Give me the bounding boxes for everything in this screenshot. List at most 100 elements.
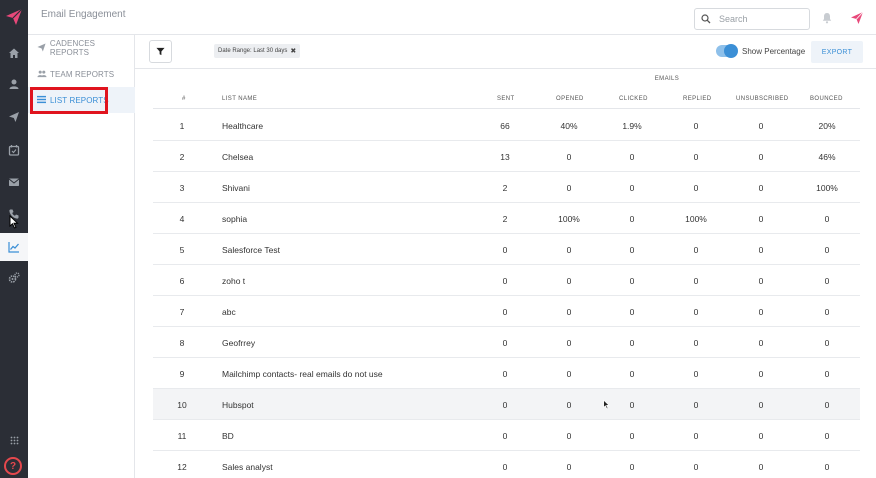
rail-contacts[interactable]	[0, 70, 28, 98]
highlight-annotation	[30, 87, 108, 114]
cell-num: 9	[179, 369, 185, 379]
cell-clicked: 0	[629, 152, 635, 162]
rail-cadences[interactable]	[0, 103, 28, 131]
bell-icon[interactable]	[821, 12, 833, 24]
cell-sent: 0	[502, 307, 508, 317]
col-bounced[interactable]: BOUNCED	[810, 96, 843, 102]
table-row[interactable]: 1 Healthcare 66 40% 1.9% 0 0 20%	[153, 110, 860, 141]
rail-mail[interactable]	[0, 168, 28, 196]
send-icon	[9, 112, 19, 122]
cell-opened: 0	[566, 152, 572, 162]
app-title: Email Engagement	[41, 9, 126, 20]
subnav-label: TEAM REPORTS	[50, 69, 115, 79]
cell-clicked: 0	[629, 400, 635, 410]
cell-unsubscribed: 0	[758, 214, 764, 224]
cell-clicked: 0	[629, 276, 635, 286]
cell-list-name: abc	[222, 307, 236, 317]
col-unsubscribed[interactable]: UNSUBSCRIBED	[736, 96, 788, 102]
filter-button[interactable]	[149, 40, 172, 63]
rail-tasks[interactable]	[0, 136, 28, 164]
grid-icon	[10, 436, 18, 444]
cell-sent: 66	[500, 121, 510, 131]
report-toolbar: Date Range: Last 30 days ✖ Show Percenta…	[135, 35, 876, 69]
table-row[interactable]: 12 Sales analyst 0 0 0 0 0 0	[153, 451, 860, 478]
cell-num: 1	[179, 121, 185, 131]
rail-reports[interactable]	[0, 233, 28, 261]
col-sent[interactable]: SENT	[497, 96, 515, 102]
cell-replied: 0	[693, 121, 699, 131]
help-icon[interactable]: ?	[4, 457, 22, 475]
cell-sent: 0	[502, 276, 508, 286]
col-num[interactable]: #	[182, 96, 186, 102]
table-row[interactable]: 5 Salesforce Test 0 0 0 0 0 0	[153, 234, 860, 265]
logo-icon[interactable]	[4, 7, 24, 27]
table-body: 1 Healthcare 66 40% 1.9% 0 0 20% 2 Chelsea 13 0 0 0 0 4…	[153, 110, 860, 478]
table-row[interactable]: 10 Hubspot 0 0 0 0 0 0	[153, 389, 860, 420]
cell-unsubscribed: 0	[758, 338, 764, 348]
table-row[interactable]: 11 BD 0 0 0 0 0 0	[153, 420, 860, 451]
table-row[interactable]: 4 sophia 2 100% 0 100% 0 0	[153, 203, 860, 234]
show-percentage-label: Show Percentage	[742, 47, 806, 56]
rail-settings[interactable]	[0, 264, 28, 292]
cell-num: 11	[177, 431, 187, 441]
cell-clicked: 1.9%	[622, 121, 642, 131]
table-row[interactable]: 6 zoho t 0 0 0 0 0 0	[153, 265, 860, 296]
col-list-name[interactable]: LIST NAME	[222, 96, 257, 102]
search-input[interactable]	[719, 14, 799, 24]
cell-list-name: Salesforce Test	[222, 245, 280, 255]
cell-sent: 0	[502, 245, 508, 255]
cell-unsubscribed: 0	[758, 183, 764, 193]
table-row[interactable]: 2 Chelsea 13 0 0 0 0 46%	[153, 141, 860, 172]
cell-bounced: 0	[824, 462, 830, 472]
mouse-cursor	[9, 215, 19, 229]
subnav-cadences-reports[interactable]: CADENCES REPORTS	[28, 35, 135, 61]
table-row[interactable]: 9 Mailchimp contacts- real emails do not …	[153, 358, 860, 389]
cell-replied: 0	[693, 400, 699, 410]
cell-replied: 0	[693, 307, 699, 317]
cell-num: 4	[179, 214, 185, 224]
cell-unsubscribed: 0	[758, 152, 764, 162]
search-box[interactable]	[694, 8, 810, 30]
cell-clicked: 0	[629, 183, 635, 193]
subnav-team-reports[interactable]: TEAM REPORTS	[28, 61, 135, 87]
cell-opened: 100%	[558, 214, 580, 224]
mouse-cursor	[603, 399, 610, 410]
cell-list-name: Sales analyst	[222, 462, 273, 472]
remove-filter-icon[interactable]: ✖	[290, 47, 296, 55]
logo-icon[interactable]	[850, 11, 864, 25]
col-clicked[interactable]: CLICKED	[619, 96, 648, 102]
table-row[interactable]: 3 Shivani 2 0 0 0 0 100%	[153, 172, 860, 203]
cell-bounced: 0	[824, 245, 830, 255]
cell-replied: 0	[693, 462, 699, 472]
cell-opened: 0	[566, 307, 572, 317]
cell-replied: 0	[693, 183, 699, 193]
cell-unsubscribed: 0	[758, 369, 764, 379]
cell-opened: 0	[566, 338, 572, 348]
rail-home[interactable]	[0, 39, 28, 67]
cell-replied: 0	[693, 152, 699, 162]
cell-opened: 0	[566, 462, 572, 472]
col-replied[interactable]: REPLIED	[683, 96, 711, 102]
settings-icon	[8, 272, 20, 283]
date-range-label: Date Range: Last 30 days	[218, 48, 288, 54]
cell-list-name: zoho t	[222, 276, 246, 286]
cell-list-name: Shivani	[222, 183, 250, 193]
export-button[interactable]: EXPORT	[811, 41, 863, 63]
apps-grid-icon[interactable]	[0, 426, 28, 454]
cell-num: 12	[177, 462, 187, 472]
cell-bounced: 0	[824, 338, 830, 348]
home-icon	[9, 48, 19, 58]
table-row[interactable]: 8 Geofrrey 0 0 0 0 0 0	[153, 327, 860, 358]
cell-list-name: Healthcare	[222, 121, 264, 131]
send-icon	[37, 43, 47, 53]
cell-list-name: BD	[222, 431, 234, 441]
date-range-chip[interactable]: Date Range: Last 30 days ✖	[214, 44, 301, 58]
cell-clicked: 0	[629, 245, 635, 255]
icon-rail: ?	[0, 0, 28, 478]
show-percentage-toggle[interactable]	[716, 44, 738, 58]
col-opened[interactable]: OPENED	[556, 96, 584, 102]
table-row[interactable]: 7 abc 0 0 0 0 0 0	[153, 296, 860, 327]
cell-bounced: 0	[824, 276, 830, 286]
cell-opened: 0	[566, 276, 572, 286]
cell-sent: 0	[502, 400, 508, 410]
